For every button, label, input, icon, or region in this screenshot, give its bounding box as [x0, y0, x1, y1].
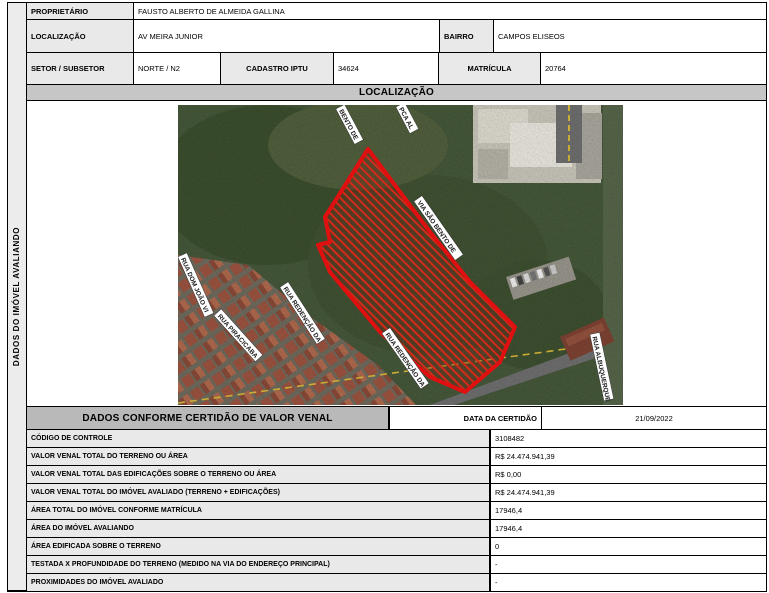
venal-row-value: - [491, 574, 766, 591]
venal-row-label: VALOR VENAL TOTAL DO IMÓVEL AVALIADO (TE… [27, 484, 489, 501]
venal-row-value: 0 [491, 538, 766, 555]
venal-row-label: TESTADA X PROFUNDIDADE DO TERRENO (MEDID… [27, 556, 489, 573]
map-area: BENTO DE PCA AL VIA SÃO BENTO DE RUA DOM… [27, 101, 766, 406]
sector-label: SETOR / SUBSETOR [27, 53, 133, 84]
iptu-label: CADASTRO IPTU [221, 53, 333, 84]
district-value: CAMPOS ELISEOS [494, 20, 766, 52]
form-sheet: DADOS DO IMÓVEL AVALIANDO PROPRIETÁRIO F… [7, 2, 767, 592]
venal-row-value: 17946,4 [491, 520, 766, 537]
venal-row-label: VALOR VENAL TOTAL DAS EDIFICAÇÕES SOBRE … [27, 466, 489, 483]
venal-row-label: VALOR VENAL TOTAL DO TERRENO OU ÁREA [27, 448, 489, 465]
registry-value: 20764 [541, 53, 766, 84]
industrial-buildings [473, 105, 602, 183]
venal-row-label: ÁREA DO IMÓVEL AVALIANDO [27, 520, 489, 537]
location-section-title: LOCALIZAÇÃO [27, 85, 766, 100]
sector-value: NORTE / N2 [134, 53, 220, 84]
appraisal-form: DADOS DO IMÓVEL AVALIANDO PROPRIETÁRIO F… [0, 0, 769, 593]
venal-row-label: ÁREA EDIFICADA SOBRE O TERRENO [27, 538, 489, 555]
owner-label: PROPRIETÁRIO [27, 3, 133, 19]
venal-row-value: - [491, 556, 766, 573]
certificate-date-label: DATA DA CERTIDÃO [390, 407, 541, 429]
district-label: BAIRRO [440, 20, 493, 52]
aerial-map-image: BENTO DE PCA AL VIA SÃO BENTO DE RUA DOM… [178, 105, 623, 405]
address-label: LOCALIZAÇÃO [27, 20, 133, 52]
venal-row-label: CÓDIGO DE CONTROLE [27, 430, 489, 447]
registry-label: MATRÍCULA [439, 53, 540, 84]
venal-row-value: R$ 0,00 [491, 466, 766, 483]
iptu-value: 34624 [334, 53, 438, 84]
section-sidebar: DADOS DO IMÓVEL AVALIANDO [8, 3, 26, 590]
owner-value: FAUSTO ALBERTO DE ALMEIDA GALLINA [134, 3, 766, 19]
sidebar-vertical-label: DADOS DO IMÓVEL AVALIANDO [12, 226, 22, 367]
certificate-date-value: 21/09/2022 [542, 407, 766, 429]
venal-row-value: 17946,4 [491, 502, 766, 519]
venal-section-title: DADOS CONFORME CERTIDÃO DE VALOR VENAL [27, 407, 388, 429]
venal-row-value: R$ 24.474.941,39 [491, 484, 766, 501]
venal-row-value: R$ 24.474.941,39 [491, 448, 766, 465]
venal-row-label: PROXIMIDADES DO IMÓVEL AVALIADO [27, 574, 489, 591]
address-value: AV MEIRA JUNIOR [134, 20, 439, 52]
venal-row-value: 3108482 [491, 430, 766, 447]
venal-row-label: ÁREA TOTAL DO IMÓVEL CONFORME MATRÍCULA [27, 502, 489, 519]
